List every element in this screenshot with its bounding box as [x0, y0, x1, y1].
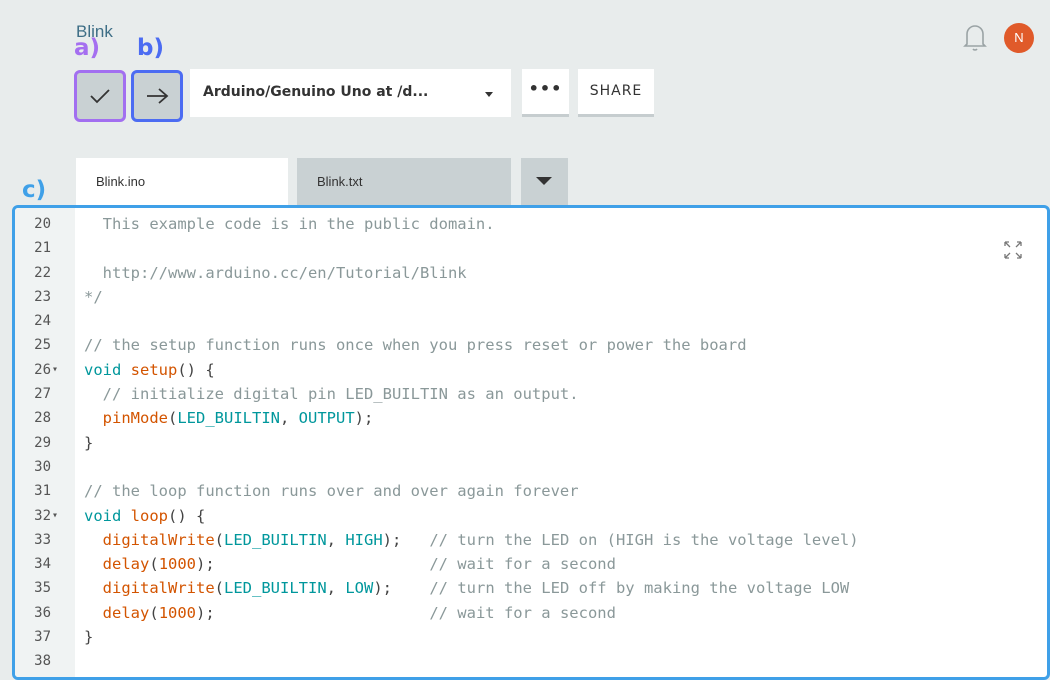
code-text: // the loop function runs over and over …: [84, 482, 579, 501]
line-number: 22: [34, 264, 51, 281]
line-number: 32: [34, 507, 51, 524]
code-text: pinMode(LED_BUILTIN, OUTPUT);: [102, 409, 374, 428]
bell-icon[interactable]: [962, 22, 988, 52]
code-line[interactable]: 25 // the setup function runs once when y…: [15, 333, 1047, 357]
board-select[interactable]: Arduino/Genuino Uno at /d...: [190, 69, 511, 117]
line-number: 31: [34, 483, 51, 500]
code-line[interactable]: 22 http://www.arduino.cc/en/Tutorial/Bli…: [15, 261, 1047, 285]
verify-button[interactable]: [74, 70, 126, 122]
code-editor[interactable]: 20 This example code is in the public do…: [12, 205, 1050, 680]
annotation-c: c): [22, 177, 47, 203]
code-text: void loop() {: [84, 506, 206, 525]
caret-down-icon: [536, 177, 552, 185]
fold-arrow-icon[interactable]: ▾: [52, 358, 58, 382]
code-text: */: [84, 287, 103, 306]
code-line[interactable]: 26 ▾ void setup() {: [15, 358, 1047, 382]
code-text: void setup() {: [84, 360, 215, 379]
code-line[interactable]: 21: [15, 236, 1047, 260]
code-line[interactable]: 24: [15, 309, 1047, 333]
line-number: 37: [34, 629, 51, 646]
code-lines: 20 This example code is in the public do…: [15, 212, 1047, 674]
board-select-value: Arduino/Genuino Uno at /d...: [203, 84, 429, 100]
annotation-b: b): [137, 35, 164, 61]
code-text: digitalWrite(LED_BUILTIN, HIGH); // turn…: [102, 530, 859, 549]
line-number: 29: [34, 434, 51, 451]
line-number: 26: [34, 361, 51, 378]
code-line[interactable]: 23 */: [15, 285, 1047, 309]
share-button[interactable]: SHARE: [578, 69, 654, 117]
line-number: 35: [34, 580, 51, 597]
code-line[interactable]: 31 // the loop function runs over and ove…: [15, 479, 1047, 503]
line-number: 38: [34, 653, 51, 670]
code-line[interactable]: 32 ▾ void loop() {: [15, 504, 1047, 528]
avatar[interactable]: N: [1004, 23, 1034, 53]
line-number: 25: [34, 337, 51, 354]
code-line[interactable]: 38: [15, 649, 1047, 673]
line-number: 34: [34, 556, 51, 573]
code-line[interactable]: 28 pinMode(LED_BUILTIN, OUTPUT);: [15, 406, 1047, 430]
code-line[interactable]: 36 delay(1000); // wait for a second: [15, 601, 1047, 625]
line-number: 36: [34, 604, 51, 621]
code-text: // initialize digital pin LED_BUILTIN as…: [84, 385, 579, 404]
check-icon: [90, 89, 110, 104]
code-line[interactable]: 37}: [15, 625, 1047, 649]
tab-blink-ino[interactable]: Blink.ino: [76, 158, 288, 205]
code-line[interactable]: 30: [15, 455, 1047, 479]
code-line[interactable]: 29}: [15, 431, 1047, 455]
arrow-right-icon: [147, 88, 169, 104]
more-options-button[interactable]: •••: [522, 69, 569, 117]
tab-menu-button[interactable]: [521, 158, 568, 205]
line-number: 23: [34, 288, 51, 305]
line-number: 28: [34, 410, 51, 427]
code-text: // the setup function runs once when you…: [84, 336, 747, 355]
chevron-down-icon: [485, 92, 493, 97]
line-number: 33: [34, 531, 51, 548]
code-text: digitalWrite(LED_BUILTIN, LOW); // turn …: [102, 579, 850, 598]
tab-blink-txt[interactable]: Blink.txt: [297, 158, 511, 205]
code-text: }: [84, 628, 94, 647]
line-number: 24: [34, 313, 51, 330]
line-number: 20: [34, 216, 51, 232]
upload-button[interactable]: [131, 70, 183, 122]
code-text: http://www.arduino.cc/en/Tutorial/Blink: [84, 263, 467, 282]
code-line[interactable]: 33 digitalWrite(LED_BUILTIN, HIGH); // t…: [15, 528, 1047, 552]
code-line[interactable]: 34 delay(1000); // wait for a second: [15, 552, 1047, 576]
code-text: delay(1000); // wait for a second: [102, 555, 616, 574]
annotation-a: a): [74, 35, 101, 61]
line-number: 27: [34, 386, 51, 403]
code-text: delay(1000); // wait for a second: [102, 603, 616, 622]
code-line[interactable]: 27 // initialize digital pin LED_BUILTIN…: [15, 382, 1047, 406]
line-number: 30: [34, 458, 51, 475]
line-number: 21: [34, 240, 51, 257]
code-text: This example code is in the public domai…: [84, 215, 495, 233]
code-line[interactable]: 35 digitalWrite(LED_BUILTIN, LOW); // tu…: [15, 576, 1047, 600]
code-line[interactable]: 20 This example code is in the public do…: [15, 212, 1047, 236]
fold-arrow-icon[interactable]: ▾: [52, 504, 58, 528]
code-text: }: [84, 433, 94, 452]
